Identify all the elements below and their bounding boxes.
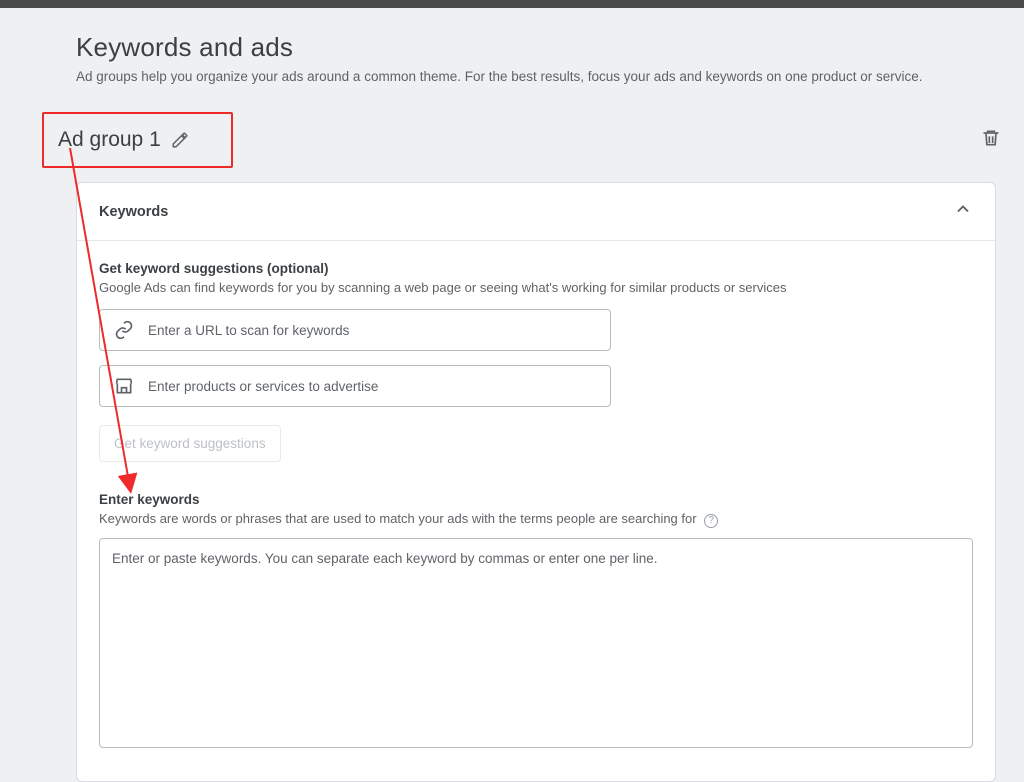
enter-keywords-subtitle: Keywords are words or phrases that are u…: [99, 511, 973, 528]
suggestions-title: Get keyword suggestions (optional): [99, 261, 973, 276]
trash-icon[interactable]: [981, 128, 1001, 153]
window-topbar: [0, 0, 1024, 8]
suggestions-subtitle: Google Ads can find keywords for you by …: [99, 280, 973, 295]
page-title: Keywords and ads: [76, 32, 996, 63]
adgroup-name-highlight: Ad group 1: [42, 112, 233, 168]
keywords-card: Keywords Get keyword suggestions (option…: [76, 182, 996, 782]
enter-keywords-subtitle-text: Keywords are words or phrases that are u…: [99, 511, 697, 526]
storefront-icon: [114, 376, 134, 396]
get-suggestions-button: Get keyword suggestions: [99, 425, 281, 462]
card-header[interactable]: Keywords: [77, 183, 995, 241]
products-input[interactable]: [148, 379, 596, 394]
help-icon[interactable]: ?: [704, 514, 718, 528]
adgroup-name: Ad group 1: [58, 128, 161, 152]
keywords-textarea[interactable]: [99, 538, 973, 748]
products-field[interactable]: [99, 365, 611, 407]
enter-keywords-title: Enter keywords: [99, 492, 973, 507]
link-icon: [114, 320, 134, 340]
chevron-up-icon: [953, 199, 973, 224]
page-subtitle: Ad groups help you organize your ads aro…: [76, 69, 996, 84]
url-scan-field[interactable]: [99, 309, 611, 351]
pencil-icon[interactable]: [171, 131, 189, 149]
card-title: Keywords: [99, 204, 168, 220]
url-scan-input[interactable]: [148, 323, 596, 338]
